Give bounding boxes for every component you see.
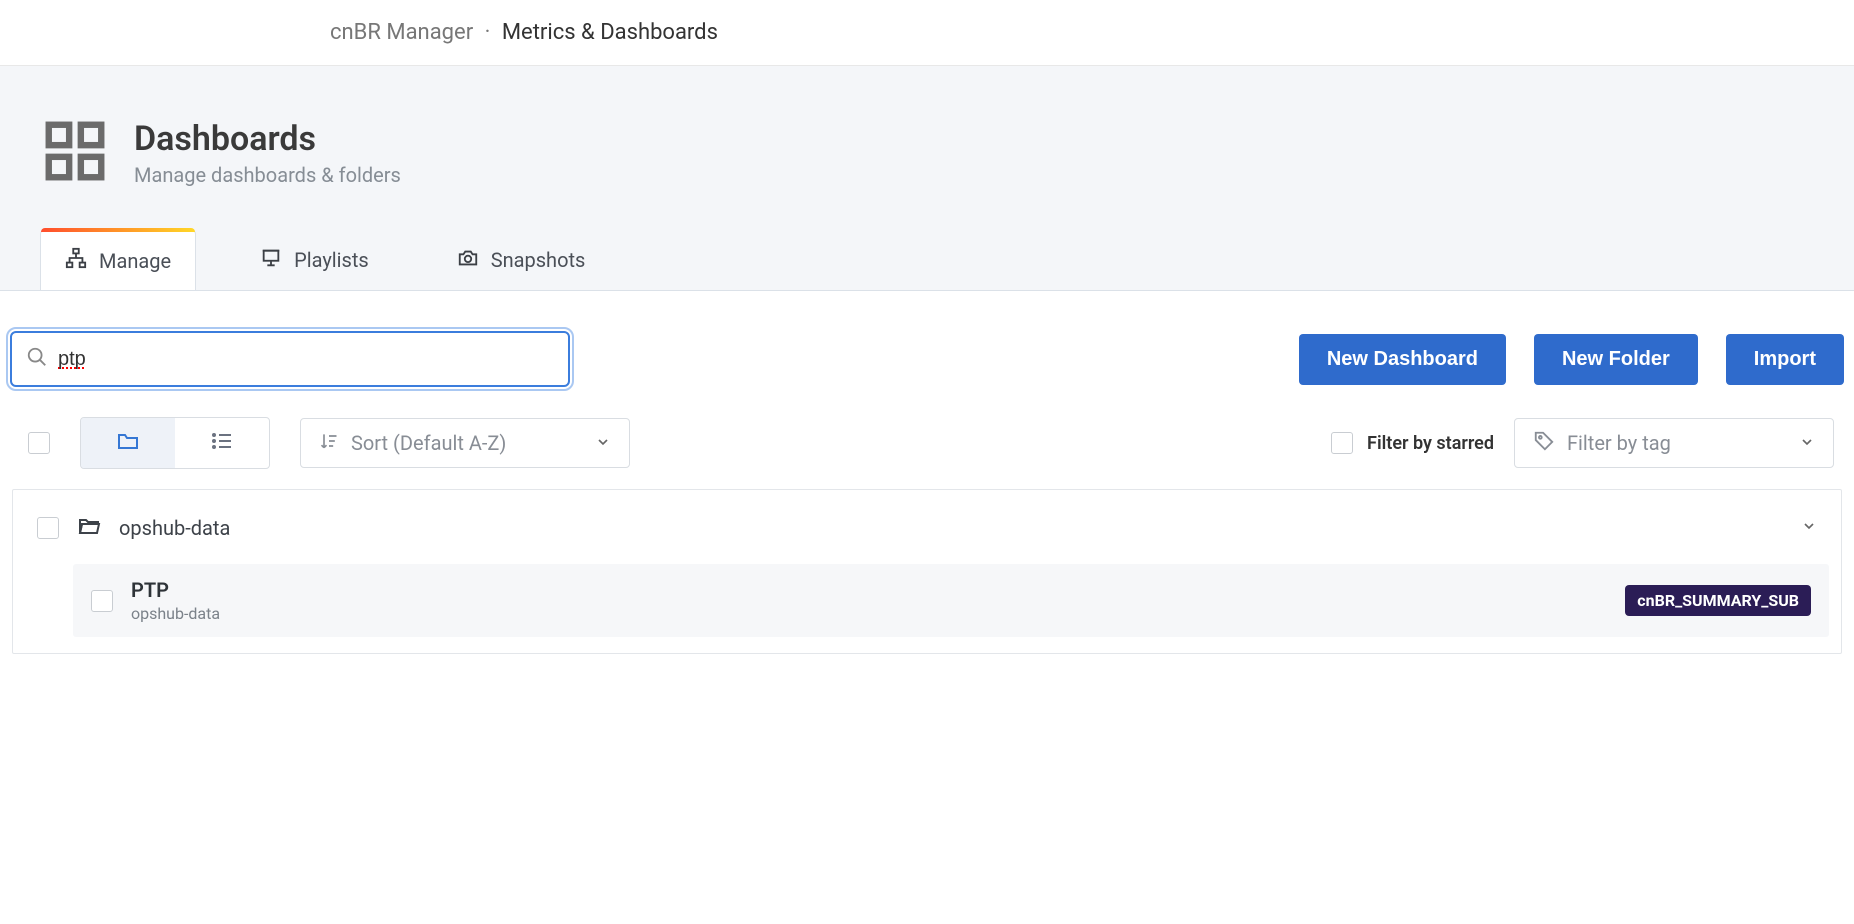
list-icon	[210, 429, 234, 457]
search-input[interactable]	[58, 348, 554, 371]
dashboard-item[interactable]: PTP opshub-data cnBR_SUMMARY_SUB	[73, 564, 1829, 637]
breadcrumb-separator: ·	[485, 20, 491, 45]
search-icon	[26, 346, 48, 372]
item-tag-badge[interactable]: cnBR_SUMMARY_SUB	[1625, 585, 1811, 616]
folder-row[interactable]: opshub-data	[25, 506, 1829, 550]
folder-name: opshub-data	[119, 516, 1783, 540]
tab-manage-label: Manage	[99, 249, 171, 273]
page-subtitle: Manage dashboards & folders	[134, 163, 401, 187]
chevron-down-icon	[1799, 431, 1815, 455]
item-checkbox[interactable]	[91, 590, 113, 612]
new-dashboard-button[interactable]: New Dashboard	[1299, 334, 1506, 385]
sort-label: Sort (Default A-Z)	[351, 431, 506, 455]
import-button[interactable]: Import	[1726, 334, 1844, 385]
app-name: cnBR Manager	[330, 20, 473, 45]
dashboards-icon	[40, 116, 110, 190]
tab-playlists[interactable]: Playlists	[236, 230, 393, 290]
results-panel: opshub-data PTP opshub-data cnBR_SUMMARY…	[12, 489, 1842, 654]
search-field[interactable]	[10, 331, 570, 387]
view-toggle	[80, 417, 270, 469]
list-view-button[interactable]	[175, 418, 269, 468]
filter-starred[interactable]: Filter by starred	[1331, 432, 1494, 454]
presentation-icon	[260, 247, 282, 274]
filter-starred-label: Filter by starred	[1367, 433, 1494, 454]
folder-open-icon	[77, 514, 101, 542]
item-folder: opshub-data	[131, 604, 1607, 623]
folder-checkbox[interactable]	[37, 517, 59, 539]
sort-icon	[319, 431, 339, 456]
folder-view-button[interactable]	[81, 418, 175, 468]
camera-icon	[457, 247, 479, 274]
item-title: PTP	[131, 578, 1607, 602]
breadcrumb-section: Metrics & Dashboards	[502, 20, 718, 45]
chevron-down-icon	[1801, 518, 1817, 538]
tab-snapshots-label: Snapshots	[491, 248, 586, 272]
tab-manage[interactable]: Manage	[40, 230, 196, 290]
sort-select[interactable]: Sort (Default A-Z)	[300, 418, 630, 468]
page-title: Dashboards	[134, 119, 401, 159]
sitemap-icon	[65, 247, 87, 274]
tab-playlists-label: Playlists	[294, 248, 369, 272]
chevron-down-icon	[595, 431, 611, 455]
filter-starred-checkbox[interactable]	[1331, 432, 1353, 454]
breadcrumb: cnBR Manager · Metrics & Dashboards	[0, 0, 1854, 66]
folder-icon	[116, 429, 140, 457]
tab-snapshots[interactable]: Snapshots	[433, 230, 610, 290]
tabs: Manage Playlists Snapshots	[40, 230, 1814, 290]
tag-icon	[1533, 430, 1555, 457]
select-all-checkbox[interactable]	[28, 432, 50, 454]
new-folder-button[interactable]: New Folder	[1534, 334, 1698, 385]
filter-tag-select[interactable]: Filter by tag	[1514, 418, 1834, 468]
filter-tag-placeholder: Filter by tag	[1567, 431, 1671, 455]
